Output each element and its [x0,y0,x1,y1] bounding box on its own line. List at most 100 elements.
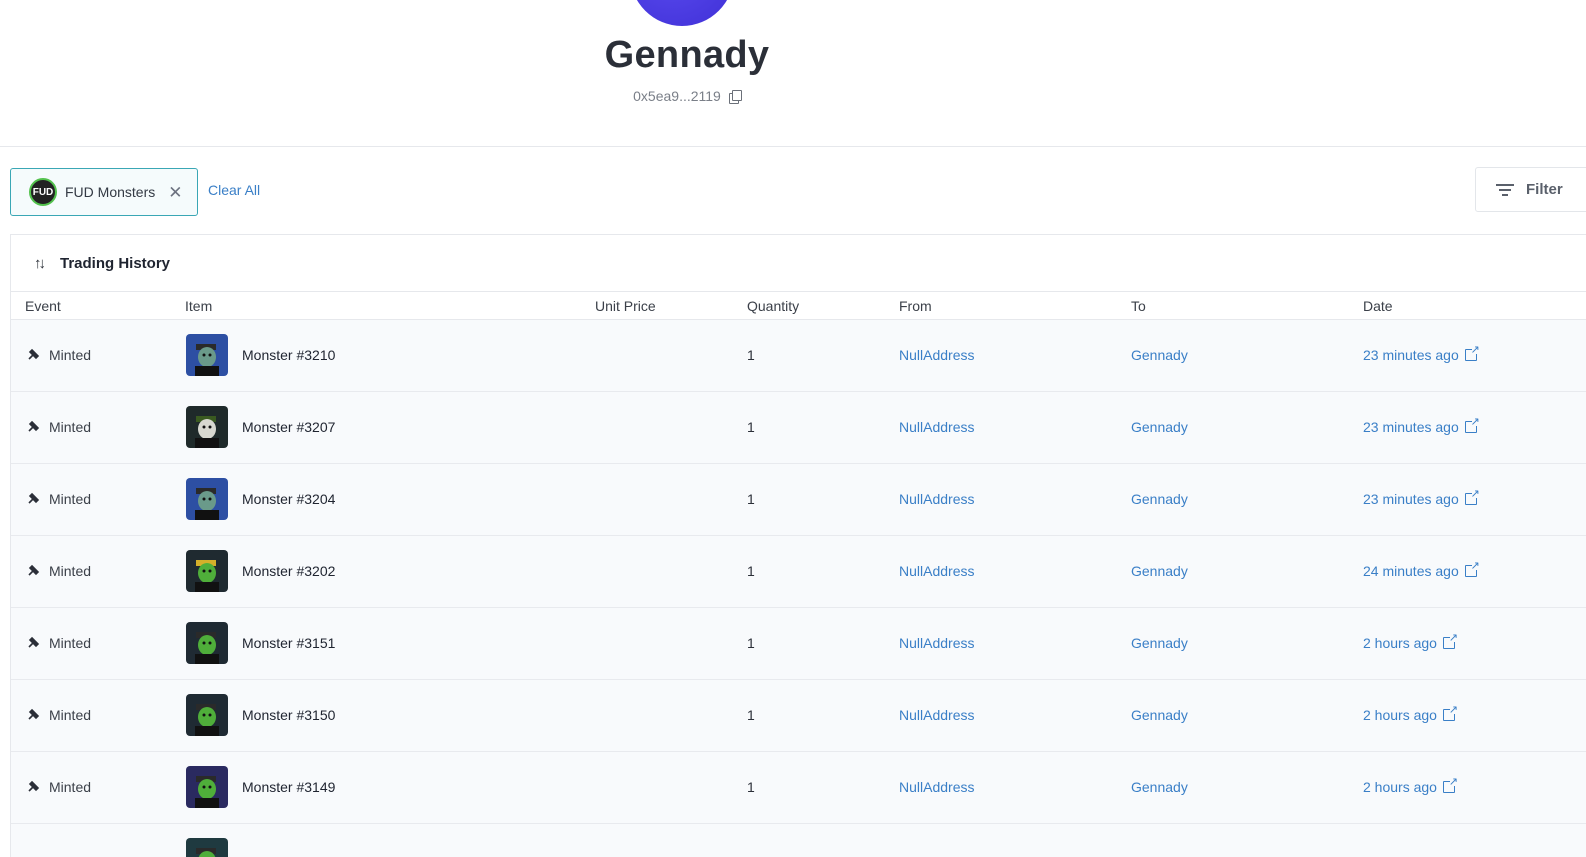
event-label: Minted [49,347,92,363]
minted-icon [28,348,40,360]
filter-button[interactable]: Filter [1475,167,1586,212]
date-link[interactable]: 23 minutes ago [1363,343,1480,363]
item-name[interactable]: Monster #3204 [242,491,335,507]
from-link[interactable]: NullAddress [899,635,974,651]
trading-history-panel: ↑↓ Trading History Event Item Unit Price… [10,234,1586,857]
table-body: Minted Monster #3210 1 NullAddress Gennady 23… [11,320,1586,857]
item-name[interactable]: Monster #3150 [242,707,335,723]
col-to: To [1131,298,1146,314]
date-link[interactable]: 2 hours ago [1363,703,1458,723]
to-link[interactable]: Gennady [1131,707,1188,723]
panel-title: Trading History [60,254,171,272]
quantity: 1 [747,635,755,651]
item-thumbnail[interactable] [186,838,228,857]
to-link[interactable]: Gennady [1131,491,1188,507]
event-label: Minted [49,563,92,579]
col-event: Event [25,298,61,314]
col-from: From [899,298,932,314]
panel-header[interactable]: ↑↓ Trading History [11,235,1586,292]
from-link[interactable]: NullAddress [899,347,974,363]
table-row[interactable] [11,824,1586,857]
to-link[interactable]: Gennady [1131,635,1188,651]
minted-icon [28,780,40,792]
item-name[interactable]: Monster #3149 [242,779,335,795]
item-thumbnail[interactable] [186,622,228,664]
copy-icon[interactable] [728,90,742,104]
filter-label: Filter [1526,181,1563,198]
to-link[interactable]: Gennady [1131,419,1188,435]
to-link[interactable]: Gennady [1131,779,1188,795]
external-link-icon [1464,559,1480,577]
external-link-icon [1464,343,1480,361]
external-link-icon [1442,703,1458,721]
from-link[interactable]: NullAddress [899,707,974,723]
event-label: Minted [49,419,92,435]
quantity: 1 [747,563,755,579]
date-text: 23 minutes ago [1363,419,1459,435]
close-icon[interactable]: ✕ [168,184,182,201]
date-text: 23 minutes ago [1363,491,1459,507]
table-row[interactable]: Minted Monster #3150 1 NullAddress Gennady 2 … [11,680,1586,752]
from-link[interactable]: NullAddress [899,419,974,435]
clear-all-link[interactable]: Clear All [208,182,260,198]
quantity: 1 [747,707,755,723]
wallet-address-row: 0x5ea9...2119 [0,88,1374,104]
date-link[interactable]: 23 minutes ago [1363,415,1480,435]
profile-header: Gennady 0x5ea9...2119 [0,0,1586,147]
minted-icon [28,420,40,432]
item-thumbnail[interactable] [186,478,228,520]
table-row[interactable]: Minted Monster #3207 1 NullAddress Gennady 23… [11,392,1586,464]
item-thumbnail[interactable] [186,406,228,448]
table-row[interactable]: Minted Monster #3204 1 NullAddress Gennady 23… [11,464,1586,536]
from-link[interactable]: NullAddress [899,491,974,507]
table-row[interactable]: Minted Monster #3149 1 NullAddress Gennady 2 … [11,752,1586,824]
item-name[interactable]: Monster #3210 [242,347,335,363]
external-link-icon [1464,487,1480,505]
date-text: 2 hours ago [1363,635,1437,651]
event-label: Minted [49,707,92,723]
item-name[interactable]: Monster #3202 [242,563,335,579]
minted-icon [28,492,40,504]
col-unit-price: Unit Price [595,298,656,314]
item-name[interactable]: Monster #3207 [242,419,335,435]
event-label: Minted [49,779,92,795]
chip-label: FUD Monsters [65,184,156,200]
from-link[interactable]: NullAddress [899,563,974,579]
table-header: Event Item Unit Price Quantity From To D… [11,292,1586,320]
item-thumbnail[interactable] [186,694,228,736]
col-item: Item [185,298,213,314]
table-row[interactable]: Minted Monster #3202 1 NullAddress Gennady 24… [11,536,1586,608]
quantity: 1 [747,347,755,363]
external-link-icon [1442,775,1458,793]
date-link[interactable]: 24 minutes ago [1363,559,1480,579]
table-row[interactable]: Minted Monster #3151 1 NullAddress Gennady 2 … [11,608,1586,680]
col-date: Date [1363,298,1393,314]
item-thumbnail[interactable] [186,766,228,808]
to-link[interactable]: Gennady [1131,563,1188,579]
filter-icon [1496,183,1514,196]
quantity: 1 [747,419,755,435]
date-link[interactable]: 23 minutes ago [1363,487,1480,507]
item-name[interactable]: Monster #3151 [242,635,335,651]
from-link[interactable]: NullAddress [899,779,974,795]
external-link-icon [1442,631,1458,649]
item-thumbnail[interactable] [186,550,228,592]
minted-icon [28,564,40,576]
to-link[interactable]: Gennady [1131,347,1188,363]
profile-name: Gennady [604,34,770,76]
table-row[interactable]: Minted Monster #3210 1 NullAddress Gennady 23… [11,320,1586,392]
event-label: Minted [49,635,92,651]
profile-avatar [630,0,734,26]
date-link[interactable]: 2 hours ago [1363,775,1458,795]
swap-arrows-icon: ↑↓ [34,254,46,272]
col-quantity: Quantity [747,298,800,314]
event-label: Minted [49,491,92,507]
date-text: 24 minutes ago [1363,563,1459,579]
date-text: 2 hours ago [1363,707,1437,723]
quantity: 1 [747,491,755,507]
collection-filter-chip[interactable]: FUD FUD Monsters ✕ [10,168,198,216]
item-thumbnail[interactable] [186,334,228,376]
date-text: 23 minutes ago [1363,347,1459,363]
date-link[interactable]: 2 hours ago [1363,631,1458,651]
quantity: 1 [747,779,755,795]
